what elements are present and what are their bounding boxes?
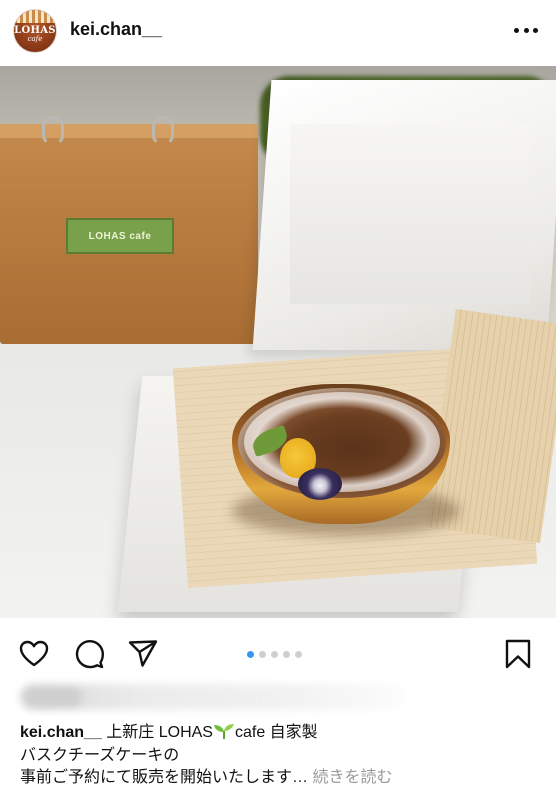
caption-text-1a: 上新庄 LOHAS — [106, 724, 213, 741]
bag-ring-left — [42, 116, 64, 146]
username[interactable]: kei.chan__ — [70, 19, 162, 40]
carousel-dot — [247, 651, 254, 658]
comment-icon[interactable] — [73, 638, 105, 670]
post-photo[interactable]: LOHAS cafe — [0, 66, 556, 618]
heart-icon[interactable] — [18, 638, 50, 670]
carousel-dot — [259, 651, 266, 658]
send-icon[interactable] — [127, 638, 159, 670]
carousel-dot — [271, 651, 278, 658]
read-more-link[interactable]: 続きを読む — [312, 769, 392, 786]
paper-bag-fold — [0, 124, 258, 138]
caption-line-1: kei.chan__ 上新庄 LOHAS cafe 自家製 — [20, 722, 540, 745]
caption-username[interactable]: kei.chan__ — [20, 724, 102, 741]
post-caption: kei.chan__ 上新庄 LOHAS cafe 自家製 バスクチーズケーキの… — [20, 722, 540, 790]
caption-line-3: 事前ご予約にて販売を開始いたします… 続きを読む — [20, 767, 540, 790]
bag-label: LOHAS cafe — [66, 218, 174, 254]
carousel-indicator — [247, 651, 302, 658]
caption-line-2: バスクチーズケーキの — [20, 746, 180, 764]
avatar[interactable]: LOHAS cafe — [13, 9, 57, 53]
likes-line-blurred — [20, 684, 405, 710]
garnish-pansy — [298, 468, 342, 500]
bookmark-icon[interactable] — [502, 638, 534, 670]
carousel-dot — [283, 651, 290, 658]
cake-box-lid-inner — [290, 124, 530, 304]
sprout-icon — [213, 724, 234, 739]
post-header: LOHAS cafe kei.chan__ — [0, 0, 556, 64]
avatar-awning — [14, 10, 56, 23]
caption-text-1b: cafe 自家製 — [234, 724, 318, 741]
avatar-brand-sub: cafe — [27, 35, 43, 43]
carousel-dot — [295, 651, 302, 658]
caption-text-3: 事前ご予約にて販売を開始いたします… — [20, 769, 309, 786]
bag-ring-right — [152, 116, 174, 146]
more-icon[interactable] — [514, 26, 538, 34]
bag-label-text: LOHAS cafe — [88, 230, 152, 242]
